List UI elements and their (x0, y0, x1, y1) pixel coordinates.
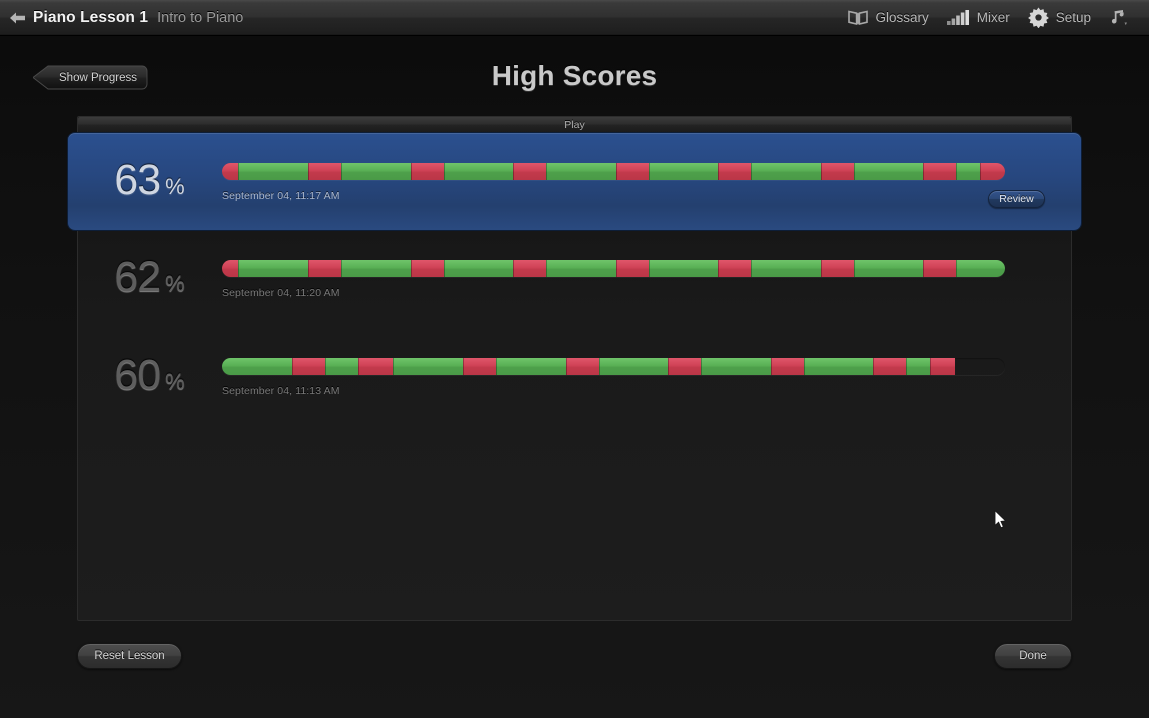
score-row-body: September 04, 11:13 AM (222, 328, 1072, 397)
bar-segment-correct (324, 358, 359, 375)
score-row-body: September 04, 11:17 AM Review (222, 133, 1072, 208)
score-timestamp: September 04, 11:13 AM (222, 385, 340, 397)
bar-segment-incorrect (718, 163, 752, 180)
bar-segment-correct (222, 358, 292, 375)
bar-segment-incorrect (923, 163, 957, 180)
bar-segment-incorrect (923, 260, 957, 277)
score-row[interactable]: 63% September 04, 11:17 AM Review (68, 133, 1081, 230)
book-icon (848, 10, 869, 25)
score-percent-value: 60 (114, 351, 161, 399)
review-button[interactable]: Review (988, 190, 1045, 208)
bar-segment-incorrect (513, 260, 547, 277)
toolbar-label-glossary: Glossary (875, 10, 929, 25)
bar-segment-correct (546, 163, 616, 180)
bar-segment-incorrect (979, 163, 1005, 180)
bar-segment-correct (238, 260, 309, 277)
bar-segment-correct (648, 260, 719, 277)
bar-segment-correct (340, 260, 411, 277)
bar-segment-correct (853, 260, 924, 277)
bar-segment-correct (906, 358, 930, 375)
bar-segment-correct (956, 163, 980, 180)
bar-segment-incorrect (873, 358, 907, 375)
done-label: Done (1019, 650, 1047, 662)
bar-segment-correct (598, 358, 669, 375)
bar-segment-incorrect (820, 260, 854, 277)
page-title: High Scores (491, 60, 658, 91)
done-button[interactable]: Done (994, 643, 1072, 669)
score-percent-value: 62 (114, 253, 161, 301)
bar-segment-incorrect (565, 358, 599, 375)
bar-segment-incorrect (410, 163, 444, 180)
bar-segment-correct (751, 260, 821, 277)
scores-list: 63% September 04, 11:17 AM Review 62% Septem… (68, 133, 1081, 426)
bar-segment-incorrect (718, 260, 752, 277)
bar-segment-correct (238, 163, 309, 180)
bar-segment-correct (495, 358, 566, 375)
bar-segment-correct (443, 260, 514, 277)
score-progress-bar (222, 358, 1005, 375)
toolbar-item-setup[interactable]: Setup (1019, 0, 1100, 36)
bar-segment-incorrect (410, 260, 444, 277)
bar-segment-correct (393, 358, 464, 375)
score-row[interactable]: 60% September 04, 11:13 AM (77, 328, 1072, 426)
panel-section-header: Play (78, 117, 1071, 133)
score-row-body: September 04, 11:20 AM (222, 230, 1072, 299)
lesson-title: Piano Lesson 1 (33, 8, 149, 26)
bar-segment-incorrect (513, 163, 547, 180)
bar-segment-incorrect (463, 358, 496, 375)
bar-segment-incorrect (615, 260, 649, 277)
bar-segment-correct (701, 358, 771, 375)
score-timestamp: September 04, 11:17 AM (222, 190, 340, 202)
toolbar-item-mixer[interactable]: Mixer (938, 0, 1019, 36)
score-percent-sign: % (165, 174, 185, 199)
toolbar-item-glossary[interactable]: Glossary (839, 0, 937, 36)
music-note-icon (1109, 9, 1127, 26)
toolbar-label-setup: Setup (1055, 10, 1091, 25)
bar-segment-incorrect (358, 358, 394, 375)
reset-lesson-label: Reset Lesson (94, 650, 165, 662)
bar-segment-correct (956, 260, 1005, 277)
bar-segment-incorrect (222, 260, 239, 277)
lesson-title-group: Piano Lesson 1 Intro to Piano (33, 9, 243, 27)
bar-segment-incorrect (668, 358, 702, 375)
bar-segment-incorrect (291, 358, 325, 375)
bar-segment-incorrect (308, 163, 341, 180)
score-percent-value: 63 (114, 156, 161, 204)
bar-segment-correct (443, 163, 514, 180)
bar-segment-correct (803, 358, 874, 375)
bar-segment-correct (546, 260, 616, 277)
bar-segment-correct (340, 163, 411, 180)
score-row[interactable]: 62% September 04, 11:20 AM (77, 230, 1072, 328)
bar-segment-incorrect (770, 358, 804, 375)
reset-lesson-button[interactable]: Reset Lesson (77, 643, 182, 669)
top-toolbar: Piano Lesson 1 Intro to Piano Glossary M… (0, 0, 1149, 36)
bar-segment-incorrect (929, 358, 955, 375)
bar-segment-correct (648, 163, 719, 180)
lesson-subtitle: Intro to Piano (157, 9, 244, 26)
mixer-icon (946, 10, 970, 25)
score-progress-bar (222, 260, 1005, 277)
bar-segment-incorrect (820, 163, 854, 180)
score-percent-group: 63% (77, 133, 222, 205)
toolbar-label-mixer: Mixer (976, 10, 1010, 25)
score-percent-sign: % (165, 369, 185, 394)
toolbar-item-music-note[interactable] (1100, 0, 1143, 36)
back-arrow-icon[interactable] (4, 0, 30, 36)
bar-segment-incorrect (308, 260, 341, 277)
review-label: Review (999, 193, 1034, 205)
bar-segment-incorrect (615, 163, 649, 180)
bar-segment-incorrect (222, 163, 239, 180)
score-percent-group: 62% (77, 230, 222, 302)
mouse-cursor (994, 510, 1007, 529)
toolbar-actions: Glossary Mixer Setup (839, 0, 1149, 36)
bar-segment-correct (853, 163, 924, 180)
score-progress-bar (222, 163, 1005, 180)
gear-icon (1027, 7, 1049, 28)
bar-segment-correct (751, 163, 821, 180)
score-timestamp: September 04, 11:20 AM (222, 287, 340, 299)
panel-section-label: Play (564, 118, 585, 131)
score-percent-group: 60% (77, 328, 222, 400)
score-percent-sign: % (165, 271, 185, 296)
